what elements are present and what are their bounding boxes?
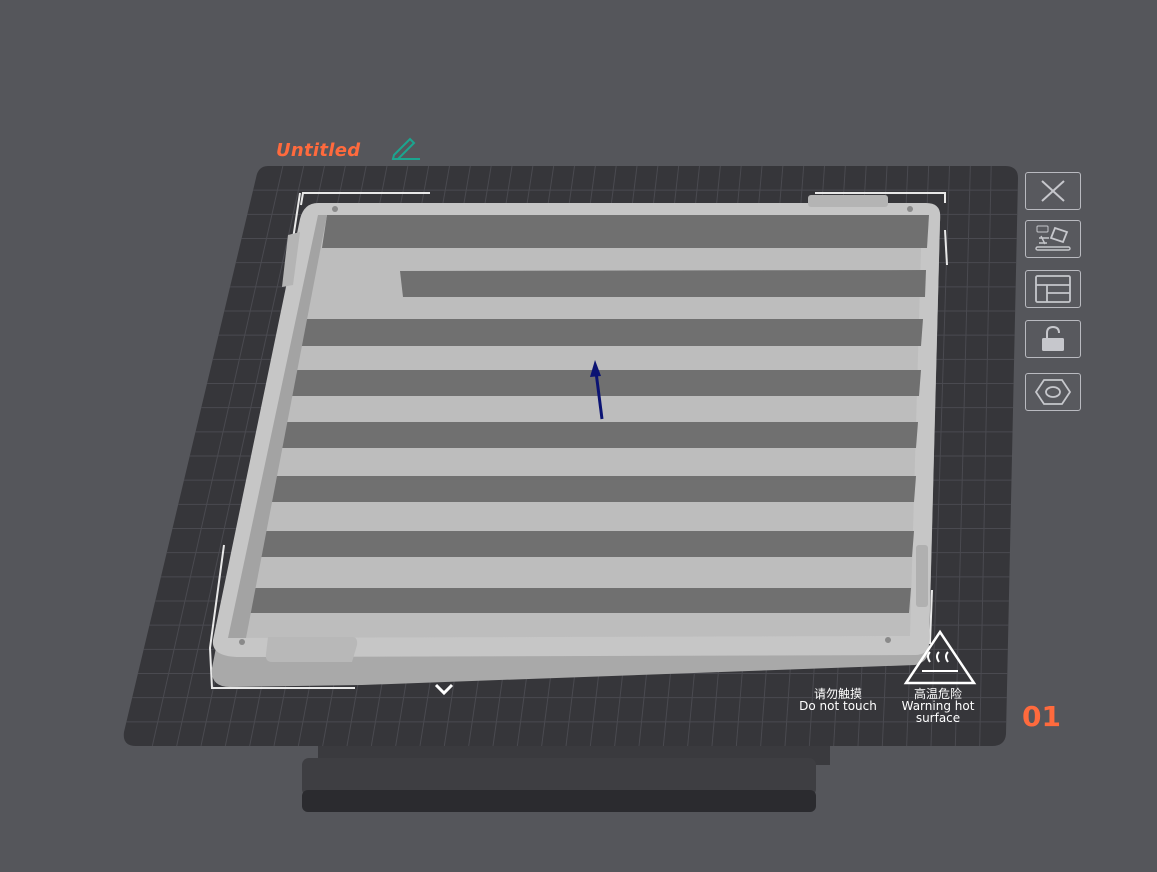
auto-orient-button[interactable] bbox=[1025, 220, 1081, 258]
lock-icon bbox=[1042, 325, 1064, 351]
do-not-touch-en: Do not touch bbox=[799, 699, 877, 713]
close-plate-icon bbox=[1041, 180, 1065, 202]
arrange-icon bbox=[1035, 275, 1071, 303]
plate-settings-icon bbox=[1034, 379, 1072, 405]
hot-surface-en-2: surface bbox=[915, 711, 961, 725]
close-plate-button[interactable] bbox=[1025, 172, 1081, 210]
do-not-touch-label: 请勿触摸 Do not touch bbox=[792, 688, 884, 712]
plate-settings-button[interactable] bbox=[1025, 373, 1081, 411]
build-plate-scene bbox=[123, 166, 1018, 812]
printer-bed-stand bbox=[302, 745, 830, 812]
auto-orient-icon bbox=[1035, 225, 1071, 251]
model-tray[interactable] bbox=[211, 195, 941, 687]
lock-button[interactable] bbox=[1025, 320, 1081, 358]
3d-viewport[interactable]: Untitled 请勿触摸 Do not touch 高温危险 Warning … bbox=[0, 0, 1157, 867]
hot-surface-label: 高温危险 Warning hot surface bbox=[890, 688, 986, 724]
arrange-button[interactable] bbox=[1025, 270, 1081, 308]
plate-title[interactable]: Untitled bbox=[276, 140, 360, 161]
edit-name-icon[interactable] bbox=[390, 137, 422, 161]
plate-number: 01 bbox=[1022, 700, 1061, 733]
